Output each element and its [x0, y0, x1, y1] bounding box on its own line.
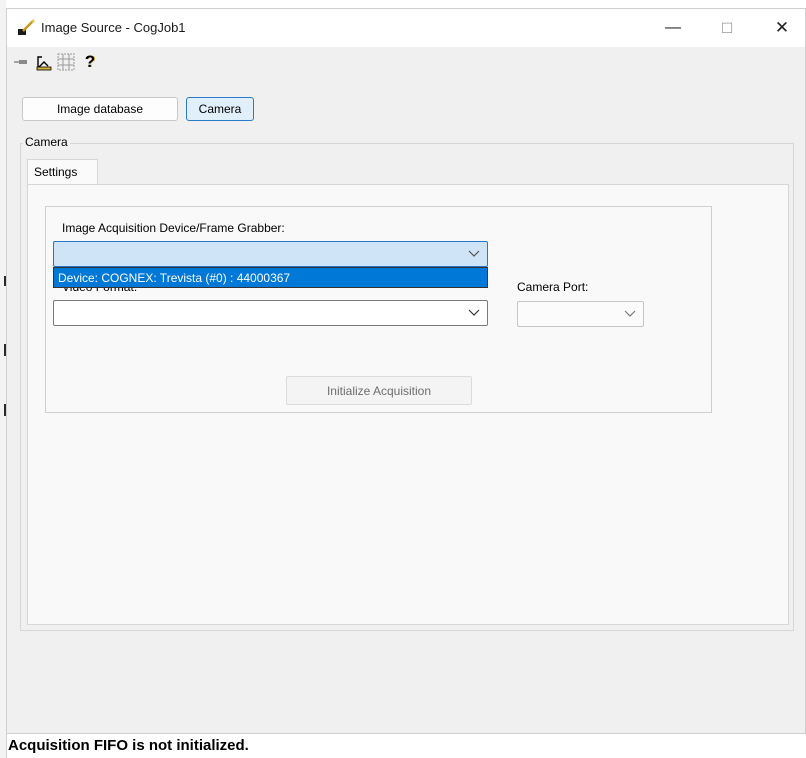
camera-port-combobox[interactable]: [517, 301, 644, 327]
status-message: Acquisition FIFO is not initialized.: [8, 737, 249, 754]
grid-select-icon[interactable]: [57, 53, 75, 71]
device-dropdown-option[interactable]: Device: COGNEX: Trevista (#0) : 44000367: [53, 267, 488, 288]
minimize-button[interactable]: —: [650, 9, 696, 47]
image-source-window: Image Source - CogJob1 — ☐ ✕ ? Image dat…: [6, 8, 806, 734]
close-icon: ✕: [774, 18, 790, 37]
maximize-icon: ☐: [720, 19, 734, 36]
chevron-down-icon: [468, 250, 480, 257]
measure-tool-icon[interactable]: [35, 53, 53, 71]
camera-port-label: Camera Port:: [517, 280, 589, 294]
device-combobox[interactable]: [53, 241, 488, 267]
maximize-button[interactable]: ☐: [704, 9, 750, 47]
help-icon[interactable]: ?: [81, 52, 99, 71]
camera-group-label: Camera: [23, 135, 70, 149]
toolbar: ?: [7, 47, 805, 77]
image-database-button[interactable]: Image database: [22, 97, 178, 121]
initialize-acquisition-button[interactable]: Initialize Acquisition: [286, 376, 472, 405]
tab-settings[interactable]: Settings: [27, 159, 98, 185]
cognex-wand-icon: [17, 19, 35, 37]
window-title: Image Source - CogJob1: [41, 20, 186, 35]
tab-settings-label: Settings: [34, 165, 78, 179]
pin-icon[interactable]: [12, 53, 30, 71]
camera-button[interactable]: Camera: [186, 97, 254, 121]
chevron-down-icon: [624, 310, 636, 317]
background-top-strip: [6, 0, 806, 8]
close-button[interactable]: ✕: [759, 9, 805, 47]
device-label: Image Acquisition Device/Frame Grabber:: [62, 221, 285, 235]
minimize-icon: —: [665, 19, 681, 36]
title-bar[interactable]: Image Source - CogJob1 — ☐ ✕: [7, 9, 805, 47]
video-format-combobox[interactable]: [53, 300, 488, 326]
chevron-down-icon: [468, 309, 480, 316]
